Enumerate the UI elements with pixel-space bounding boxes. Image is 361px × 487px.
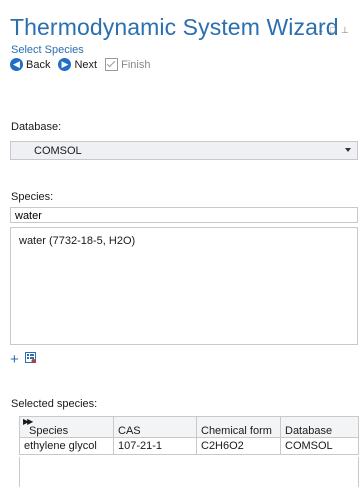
cell-chemical-formula: C2H6O2 [196, 437, 281, 455]
cell-cas: 107-21-1 [113, 437, 197, 455]
database-selected-value: COMSOL [34, 145, 82, 157]
arrow-left-circle-icon: ◀ [10, 58, 23, 71]
database-label: Database: [11, 121, 62, 133]
wizard-step-subtitle: Select Species [11, 44, 84, 56]
finish-button[interactable]: Finish [105, 58, 150, 71]
column-header-database[interactable]: Database [280, 416, 359, 438]
wizard-title: Thermodynamic System Wizard [10, 14, 339, 40]
list-item[interactable]: water (7732-18-5, H2O) [19, 235, 135, 247]
table-header-row: ▶▶ Species CAS Chemical form Database [19, 416, 359, 438]
chevron-down-icon [345, 148, 351, 152]
pin-icon[interactable]: ⊥ [341, 25, 349, 35]
next-button-label: Next [74, 58, 98, 71]
expand-arrows-icon[interactable]: ▶▶ [23, 418, 33, 427]
back-button-label: Back [26, 58, 51, 71]
database-select[interactable]: COMSOL [10, 141, 358, 160]
cell-species: ethylene glycol [19, 437, 114, 455]
column-header-cas[interactable]: CAS [113, 416, 197, 438]
selected-species-table: ▶▶ Species CAS Chemical form Database et… [19, 416, 359, 455]
table-row[interactable]: ethylene glycol 107-21-1 C2H6O2 COMSOL [19, 437, 359, 455]
next-button[interactable]: ▶ Next [58, 58, 97, 71]
restore-icon[interactable]: □ [330, 25, 335, 35]
column-header-chemical-formula[interactable]: Chemical form [196, 416, 281, 438]
back-button[interactable]: ◀ Back [10, 58, 50, 71]
species-label: Species: [11, 191, 54, 203]
arrow-right-circle-icon: ▶ [58, 58, 72, 71]
plus-icon[interactable]: + [10, 352, 19, 367]
browse-list-icon[interactable] [25, 352, 37, 364]
collapse-icon[interactable]: ⌄ [317, 25, 325, 35]
column-header-species[interactable]: ▶▶ Species [19, 416, 114, 438]
species-search-input[interactable] [10, 207, 358, 223]
species-results-list[interactable]: water (7732-18-5, H2O) [10, 227, 358, 345]
cell-database: COMSOL [280, 437, 359, 455]
checkbox-check-icon [105, 58, 119, 71]
finish-button-label: Finish [121, 58, 151, 71]
window-controls: ⌄ □ ⊥ [317, 25, 352, 36]
wizard-toolbar: ◀ Back ▶ Next Finish [10, 58, 158, 71]
selected-species-label: Selected species: [11, 398, 98, 410]
table-empty-area [19, 457, 359, 487]
